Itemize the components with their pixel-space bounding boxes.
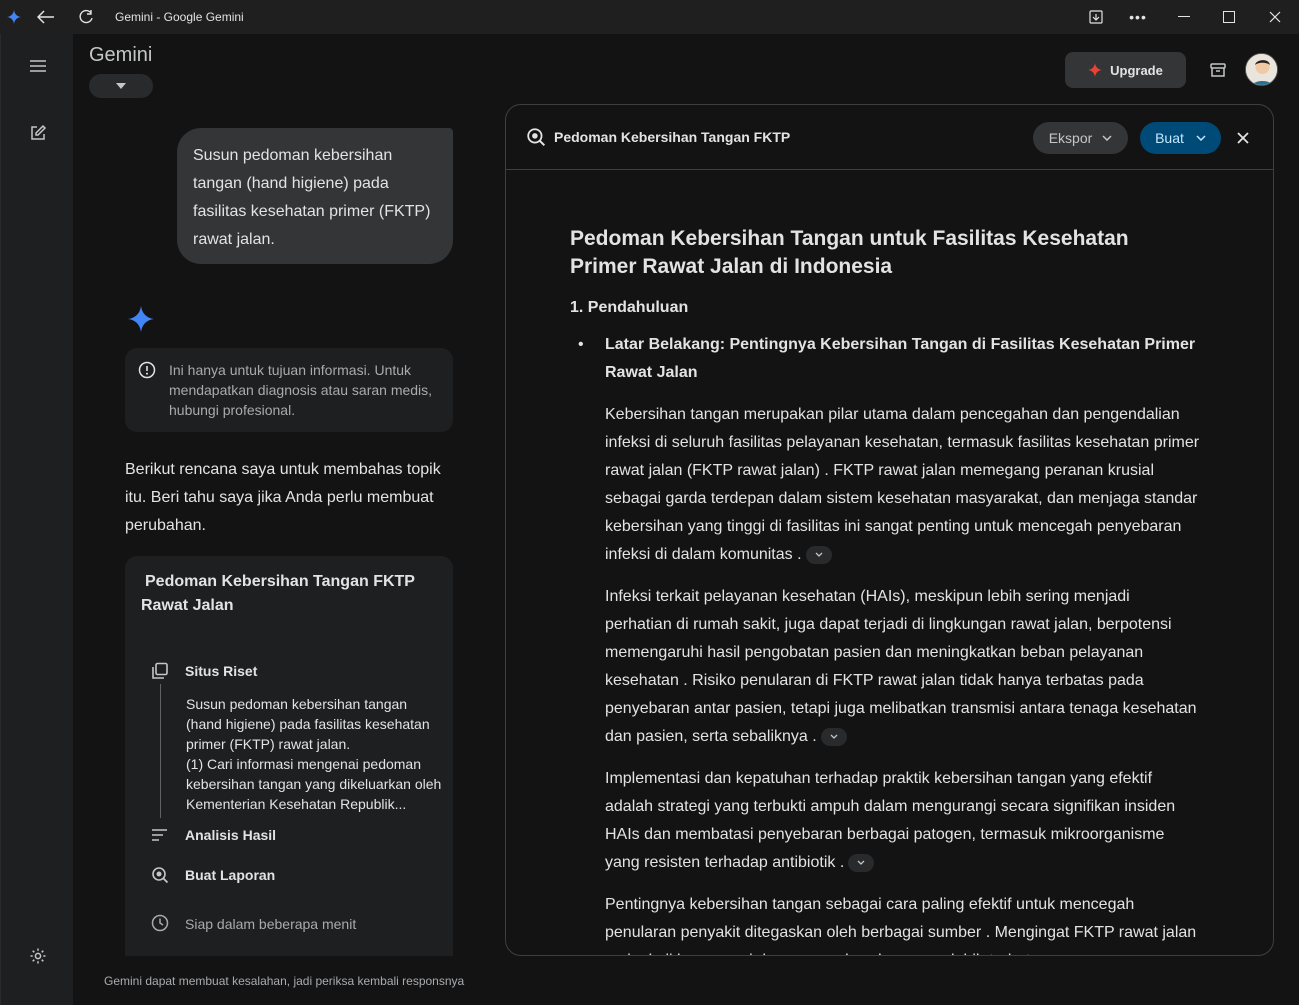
app-install-icon[interactable] bbox=[1082, 0, 1110, 34]
settings-gear-icon[interactable] bbox=[23, 941, 53, 971]
paragraph-1: Kebersihan tangan merupakan pilar utama … bbox=[570, 401, 1200, 569]
info-alert-icon bbox=[138, 361, 156, 384]
research-plan-card[interactable]: Pedoman Kebersihan Tangan FKTP Rawat Jal… bbox=[125, 556, 453, 956]
step-research-label: Situs Riset bbox=[185, 663, 258, 679]
sidebar-rail bbox=[0, 34, 73, 1005]
clock-icon bbox=[149, 912, 171, 934]
user-message-bubble: Susun pedoman kebersihan tangan (hand hi… bbox=[177, 128, 453, 264]
upgrade-spark-icon bbox=[1088, 63, 1103, 77]
upgrade-button[interactable]: Upgrade bbox=[1065, 52, 1186, 88]
source-expand-chip[interactable] bbox=[820, 727, 847, 746]
document-body: Pedoman Kebersihan Tangan untuk Fasilita… bbox=[570, 225, 1200, 955]
back-arrow-icon[interactable] bbox=[32, 0, 60, 34]
step-research-description: Susun pedoman kebersihan tangan (hand hi… bbox=[186, 694, 442, 814]
export-button[interactable]: Ekspor bbox=[1033, 122, 1128, 154]
upgrade-label: Upgrade bbox=[1110, 62, 1163, 78]
archive-icon[interactable] bbox=[1204, 56, 1232, 84]
chevron-down-icon bbox=[857, 860, 865, 866]
section-heading: 1. Pendahuluan bbox=[570, 299, 689, 316]
document-header: Pedoman Kebersihan Tangan FKTP Ekspor Bu… bbox=[506, 105, 1273, 170]
model-selector[interactable] bbox=[89, 74, 153, 98]
more-options-icon[interactable]: ••• bbox=[1124, 0, 1152, 34]
chevron-down-icon bbox=[1102, 135, 1112, 141]
minimize-icon[interactable] bbox=[1170, 0, 1198, 34]
window-title: Gemini - Google Gemini bbox=[115, 10, 244, 24]
chevron-down-icon bbox=[830, 734, 838, 740]
chevron-down-icon bbox=[1196, 135, 1206, 141]
paragraph-2: Infeksi terkait pelayanan kesehatan (HAI… bbox=[570, 583, 1200, 751]
create-report-icon bbox=[149, 864, 171, 886]
close-panel-icon[interactable] bbox=[1230, 125, 1256, 151]
source-expand-chip[interactable] bbox=[805, 545, 832, 564]
document-panel: Pedoman Kebersihan Tangan FKTP Ekspor Bu… bbox=[505, 104, 1274, 956]
analyze-results-icon bbox=[149, 824, 171, 846]
export-label: Ekspor bbox=[1048, 130, 1093, 146]
refresh-icon[interactable] bbox=[72, 0, 100, 34]
paragraph-1-text: Kebersihan tangan merupakan pilar utama … bbox=[605, 406, 1200, 563]
ready-estimate: Siap dalam beberapa menit bbox=[185, 916, 357, 932]
paragraph-3-text: Implementasi dan kepatuhan terhadap prak… bbox=[605, 770, 1176, 871]
app-name: Gemini bbox=[89, 44, 153, 66]
step-report-label: Buat Laporan bbox=[185, 867, 276, 883]
paragraph-4: Pentingnya kebersihan tangan sebagai car… bbox=[570, 891, 1200, 955]
gemini-spark-icon bbox=[128, 306, 154, 337]
paragraph-2-text: Infeksi terkait pelayanan kesehatan (HAI… bbox=[605, 588, 1197, 745]
gemini-logo-icon bbox=[2, 0, 26, 34]
chevron-down-icon bbox=[116, 83, 126, 89]
report-icon bbox=[526, 127, 546, 152]
new-chat-icon[interactable] bbox=[23, 118, 53, 148]
step-desc-text: Susun pedoman kebersihan tangan (hand hi… bbox=[186, 696, 442, 812]
step-analyze-label: Analisis Hasil bbox=[185, 827, 277, 843]
create-button[interactable]: Buat bbox=[1140, 122, 1221, 154]
medical-disclaimer: Ini hanya untuk tujuan informasi. Untuk … bbox=[125, 348, 453, 432]
title-bar: Gemini - Google Gemini ••• bbox=[0, 0, 1299, 34]
chevron-down-icon bbox=[815, 552, 822, 558]
create-label: Buat bbox=[1155, 130, 1184, 146]
source-expand-chip[interactable] bbox=[848, 853, 875, 872]
research-sites-icon bbox=[149, 660, 171, 682]
disclaimer-text: Ini hanya untuk tujuan informasi. Untuk … bbox=[169, 362, 433, 418]
plan-intro-text: Berikut rencana saya untuk membahas topi… bbox=[125, 461, 441, 534]
close-window-icon[interactable] bbox=[1261, 0, 1289, 34]
menu-icon[interactable] bbox=[23, 51, 53, 81]
step-connector-line bbox=[160, 684, 161, 818]
bullet-heading: Latar Belakang: Pentingnya Kebersihan Ta… bbox=[570, 331, 1200, 387]
document-header-title: Pedoman Kebersihan Tangan FKTP bbox=[554, 129, 791, 145]
main-area: Gemini Upgrade Susun pedoman kebersihan … bbox=[73, 34, 1299, 1005]
paragraph-4-text: Pentingnya kebersihan tangan sebagai car… bbox=[605, 896, 1197, 955]
plan-title: Pedoman Kebersihan Tangan FKTP Rawat Jal… bbox=[141, 573, 415, 614]
user-photo-icon bbox=[1246, 54, 1277, 85]
maximize-icon[interactable] bbox=[1215, 0, 1243, 34]
avatar[interactable] bbox=[1245, 53, 1278, 86]
document-title: Pedoman Kebersihan Tangan untuk Fasilita… bbox=[570, 227, 1129, 278]
footer-disclaimer: Gemini dapat membuat kesalahan, jadi per… bbox=[104, 974, 465, 988]
paragraph-3: Implementasi dan kepatuhan terhadap prak… bbox=[570, 765, 1200, 877]
